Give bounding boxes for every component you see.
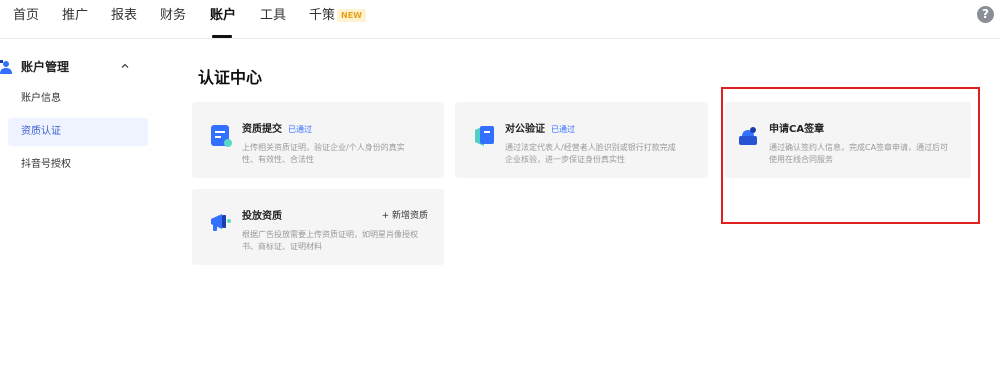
card-title: 资质提交 [242,124,282,135]
card-description: 通过法定代表人/经营者人脸识别或银行打款完成 企业核验，进一步保证身份真实性 [505,142,676,166]
add-qualification-button[interactable]: + 新增资质 [382,210,428,223]
stamp-icon [739,127,757,145]
sidebar: 账户管理 账户信息 资质认证 抖音号授权 [0,39,160,367]
nav-item-qiance[interactable]: 千策 [309,8,335,24]
document-icon [211,125,232,147]
status-badge: 已通过 [288,125,312,134]
sidebar-item-qualification[interactable]: 资质认证 [8,118,148,146]
active-tab-indicator [212,35,232,38]
card-description-line: 性、有效性、合法性 [242,155,314,164]
card-ad-qualification[interactable]: 投放资质 + 新增资质 根据广告投放需要上传资质证明，如明星肖像授权 书、商标证… [192,189,444,265]
card-description-line: 通过法定代表人/经营者人脸识别或银行打款完成 [505,143,676,152]
nav-item-tools[interactable]: 工具 [260,8,286,24]
card-description-line: 使用在线合同服务 [769,155,833,164]
page-title: 认证中心 [198,68,263,87]
nav-item-finance[interactable]: 财务 [160,8,186,24]
card-description-line: 书、商标证、证明材料 [242,242,322,251]
status-badge: 已通过 [551,125,575,134]
corporate-verify-icon [475,126,494,146]
card-description-line: 通过确认签约人信息，完成CA签章申请，通过后可 [769,143,949,152]
sidebar-item-account-info[interactable]: 账户信息 [8,85,148,113]
card-description-line: 上传相关资质证明，验证企业/个人身份的真实 [242,143,405,152]
card-title: 投放资质 [242,211,282,222]
card-qualification-submit[interactable]: 资质提交 已通过 上传相关资质证明，验证企业/个人身份的真实 性、有效性、合法性 [192,102,444,178]
top-navigation: 首页 推广 报表 财务 账户 工具 千策 NEW ? [0,0,1000,39]
nav-item-account[interactable]: 账户 [210,8,236,24]
user-icon [0,60,12,74]
sidebar-group-label: 账户管理 [21,60,70,74]
nav-item-home[interactable]: 首页 [13,8,39,24]
sidebar-group-account-management[interactable]: 账户管理 [0,57,150,79]
help-icon[interactable]: ? [977,6,994,23]
nav-item-reports[interactable]: 报表 [111,8,137,24]
card-title: 对公验证 [505,124,545,135]
card-title: 申请CA签章 [769,124,825,135]
megaphone-icon [211,214,231,231]
card-description: 根据广告投放需要上传资质证明，如明星肖像授权 书、商标证、证明材料 [242,229,418,253]
new-badge: NEW [337,9,366,22]
card-corporate-verification[interactable]: 对公验证 已通过 通过法定代表人/经营者人脸识别或银行打款完成 企业核验，进一步保… [455,102,708,178]
nav-item-promotion[interactable]: 推广 [62,8,88,24]
chevron-up-icon[interactable] [120,61,130,71]
card-description-line: 根据广告投放需要上传资质证明，如明星肖像授权 [242,230,418,239]
sidebar-item-douyin-auth[interactable]: 抖音号授权 [8,151,148,179]
card-description: 通过确认签约人信息，完成CA签章申请，通过后可 使用在线合同服务 [769,142,948,166]
card-description-line: 企业核验，进一步保证身份真实性 [505,155,625,164]
card-description: 上传相关资质证明，验证企业/个人身份的真实 性、有效性、合法性 [242,142,405,166]
card-ca-signature[interactable]: 申请CA签章 通过确认签约人信息，完成CA签章申请，通过后可 使用在线合同服务 [725,102,971,178]
